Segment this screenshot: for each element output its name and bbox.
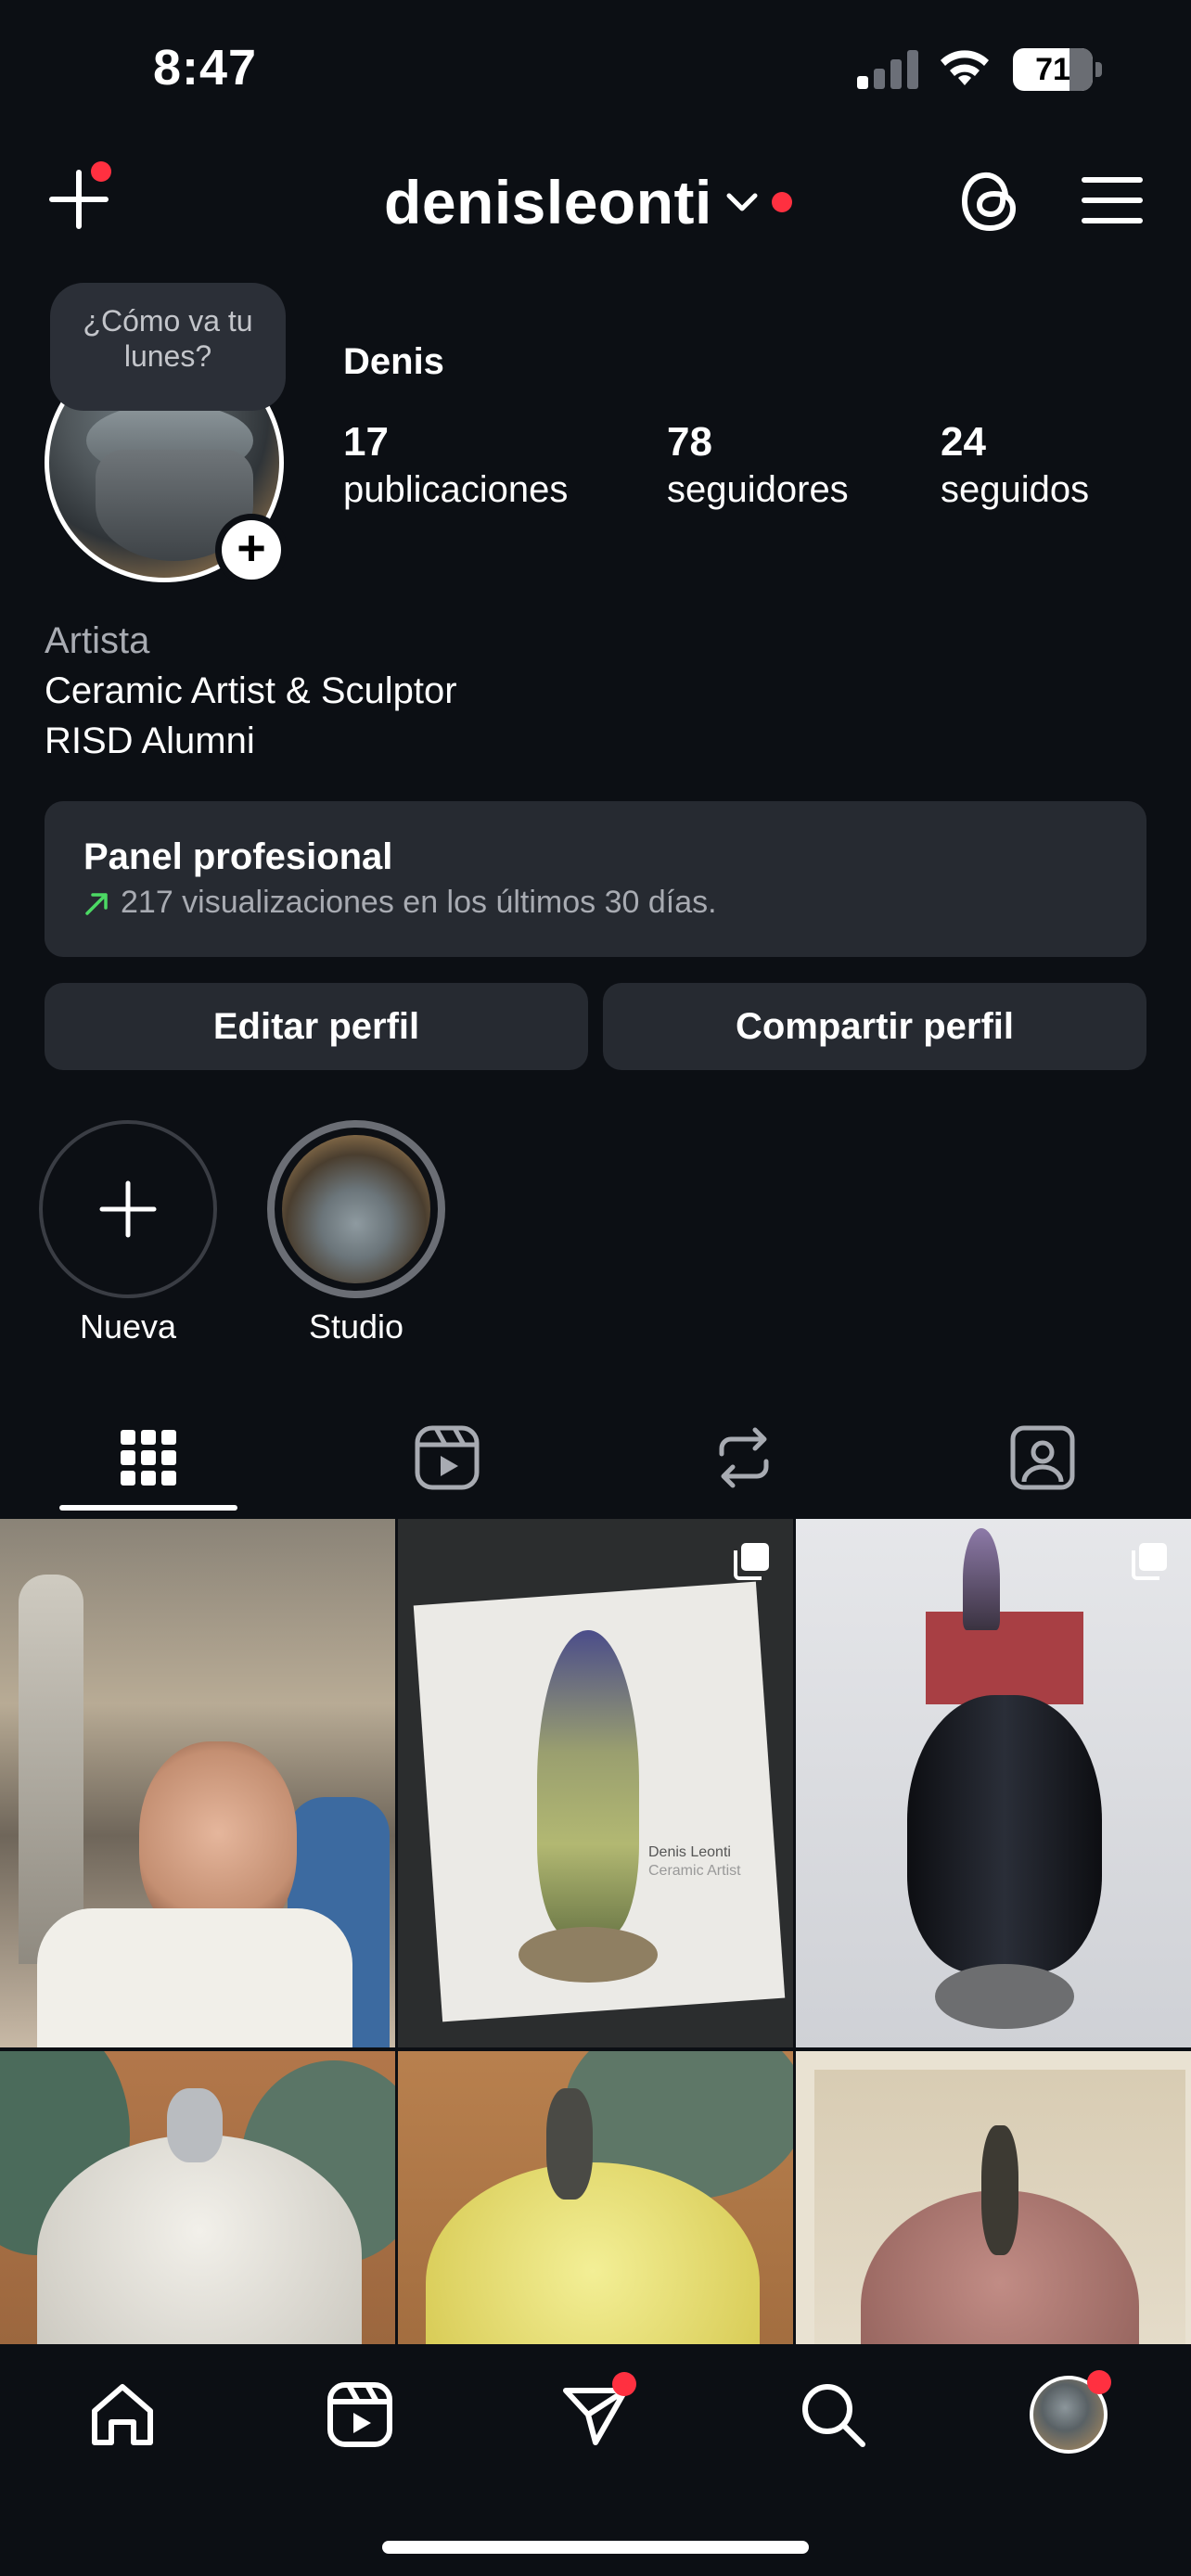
post-thumbnail[interactable]	[796, 1519, 1191, 2047]
threads-icon[interactable]	[959, 169, 1020, 234]
hamburger-menu-icon[interactable]	[1081, 174, 1144, 226]
multi-photo-icon	[1132, 1543, 1167, 1580]
home-icon[interactable]	[85, 2378, 160, 2452]
username: denisleonti	[384, 168, 712, 236]
stat-following[interactable]: 24 seguidos	[941, 419, 1089, 514]
stat-value: 78	[667, 419, 712, 465]
plus-icon	[99, 1180, 157, 1238]
grid-icon[interactable]	[111, 1421, 186, 1495]
multi-photo-icon	[734, 1543, 769, 1580]
tile-caption: Denis Leonti	[648, 1844, 731, 1860]
display-name: Denis	[343, 341, 444, 382]
plus-icon: +	[222, 520, 281, 580]
share-profile-button[interactable]: Compartir perfil	[603, 983, 1146, 1070]
post-thumbnail[interactable]	[0, 1519, 395, 2047]
battery-percent: 71	[1035, 52, 1070, 87]
bio-line: Ceramic Artist & Sculptor	[45, 670, 457, 711]
wifi-icon	[941, 50, 989, 85]
stat-label: seguidos	[941, 469, 1090, 510]
chevron-down-icon	[726, 193, 758, 211]
highlight-label: Studio	[308, 1307, 404, 1345]
repost-icon[interactable]	[707, 1421, 781, 1495]
panel-subtitle: 217 visualizaciones en los últimos 30 dí…	[121, 885, 717, 920]
bio-category: Artista	[45, 620, 150, 661]
post-thumbnail[interactable]: Denis Leonti Ceramic Artist	[398, 1519, 793, 2047]
notification-dot	[612, 2372, 636, 2396]
notification-dot	[1087, 2370, 1111, 2394]
highlight-label: Nueva	[79, 1307, 177, 1345]
bio: Artista Ceramic Artist & Sculptor RISD A…	[45, 616, 457, 766]
panel-title: Panel profesional	[83, 836, 393, 877]
bio-line: RISD Alumni	[45, 721, 255, 761]
create-button[interactable]	[46, 161, 111, 232]
stat-posts[interactable]: 17 publicaciones	[343, 419, 568, 514]
stat-value: 24	[941, 419, 986, 465]
cell-signal-icon	[857, 48, 920, 89]
battery-icon: 71	[1013, 48, 1102, 91]
reels-icon[interactable]	[410, 1421, 484, 1495]
account-switcher[interactable]: denisleonti	[384, 156, 792, 249]
tagged-icon[interactable]	[1005, 1421, 1080, 1495]
add-story-button[interactable]: +	[215, 514, 288, 586]
stat-followers[interactable]: 78 seguidores	[667, 419, 849, 514]
professional-dashboard[interactable]: Panel profesional 217 visualizaciones en…	[45, 801, 1146, 957]
tile-caption: Ceramic Artist	[648, 1863, 741, 1879]
tab-indicator	[59, 1505, 237, 1511]
edit-profile-button[interactable]: Editar perfil	[45, 983, 588, 1070]
notification-dot	[91, 161, 111, 182]
highlight-new[interactable]	[39, 1120, 217, 1298]
trend-up-icon	[85, 892, 108, 915]
reels-icon[interactable]	[323, 2378, 397, 2452]
highlight-studio[interactable]	[267, 1120, 445, 1298]
search-icon[interactable]	[796, 2378, 870, 2452]
stat-label: publicaciones	[343, 469, 569, 510]
home-indicator	[382, 2541, 809, 2554]
notification-dot	[771, 192, 792, 212]
stat-label: seguidores	[667, 469, 849, 510]
stat-value: 17	[343, 419, 389, 465]
note-bubble[interactable]: ¿Cómo va tu lunes?	[50, 283, 286, 411]
status-time: 8:47	[153, 40, 258, 96]
